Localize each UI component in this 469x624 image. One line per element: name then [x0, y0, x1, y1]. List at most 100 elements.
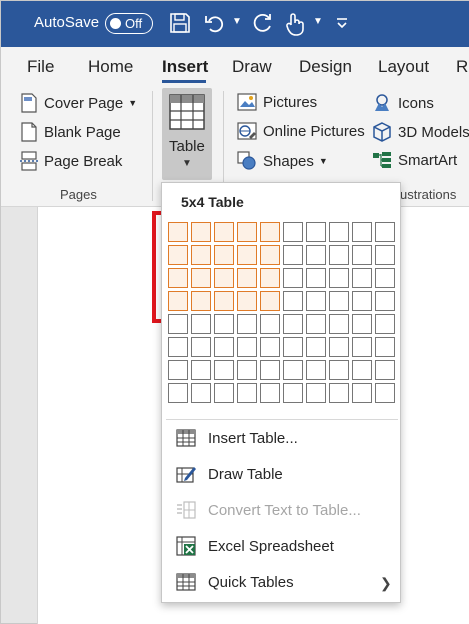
- grid-cell[interactable]: [283, 268, 303, 288]
- grid-cell-selected[interactable]: [237, 268, 257, 288]
- grid-cell[interactable]: [237, 337, 257, 357]
- grid-cell[interactable]: [237, 314, 257, 334]
- save-icon[interactable]: [169, 12, 191, 39]
- grid-cell[interactable]: [329, 222, 349, 242]
- pictures-button[interactable]: Pictures: [237, 93, 317, 111]
- grid-cell[interactable]: [375, 360, 395, 380]
- grid-cell[interactable]: [191, 337, 211, 357]
- grid-cell[interactable]: [306, 383, 326, 403]
- grid-cell[interactable]: [168, 383, 188, 403]
- tab-insert[interactable]: Insert: [162, 57, 208, 77]
- shapes-button[interactable]: Shapes ▼: [237, 151, 328, 171]
- grid-cell[interactable]: [352, 314, 372, 334]
- grid-cell-selected[interactable]: [191, 268, 211, 288]
- tab-layout[interactable]: Layout: [378, 57, 429, 77]
- tab-file[interactable]: File: [27, 57, 54, 77]
- grid-cell[interactable]: [306, 291, 326, 311]
- grid-cell[interactable]: [306, 245, 326, 265]
- grid-cell[interactable]: [329, 360, 349, 380]
- smartart-button[interactable]: SmartArt: [372, 151, 457, 169]
- grid-cell[interactable]: [329, 268, 349, 288]
- touch-mode-icon[interactable]: [285, 12, 305, 41]
- grid-cell[interactable]: [352, 245, 372, 265]
- grid-cell[interactable]: [306, 360, 326, 380]
- grid-cell-selected[interactable]: [260, 291, 280, 311]
- excel-spreadsheet-menu-item[interactable]: Excel Spreadsheet: [176, 533, 334, 559]
- grid-cell[interactable]: [306, 222, 326, 242]
- grid-cell[interactable]: [329, 245, 349, 265]
- grid-cell[interactable]: [352, 291, 372, 311]
- grid-cell-selected[interactable]: [260, 268, 280, 288]
- grid-cell-selected[interactable]: [237, 245, 257, 265]
- grid-cell[interactable]: [329, 383, 349, 403]
- grid-cell[interactable]: [168, 314, 188, 334]
- tab-references[interactable]: R: [456, 57, 468, 77]
- grid-cell[interactable]: [260, 383, 280, 403]
- tab-design[interactable]: Design: [299, 57, 352, 77]
- grid-cell[interactable]: [260, 360, 280, 380]
- grid-cell[interactable]: [306, 268, 326, 288]
- grid-cell-selected[interactable]: [168, 245, 188, 265]
- grid-cell[interactable]: [168, 360, 188, 380]
- grid-cell[interactable]: [168, 337, 188, 357]
- grid-cell[interactable]: [375, 314, 395, 334]
- grid-cell[interactable]: [283, 291, 303, 311]
- grid-cell[interactable]: [352, 337, 372, 357]
- icons-button[interactable]: Icons: [372, 93, 434, 113]
- grid-cell[interactable]: [306, 314, 326, 334]
- blank-page-button[interactable]: Blank Page: [20, 122, 121, 142]
- insert-table-menu-item[interactable]: Insert Table...: [176, 425, 298, 451]
- online-pictures-button[interactable]: Online Pictures: [237, 122, 365, 140]
- undo-icon[interactable]: [204, 12, 226, 39]
- grid-cell[interactable]: [283, 337, 303, 357]
- grid-cell[interactable]: [214, 314, 234, 334]
- tab-home[interactable]: Home: [88, 57, 133, 77]
- grid-cell[interactable]: [375, 245, 395, 265]
- grid-cell[interactable]: [375, 222, 395, 242]
- redo-icon[interactable]: [252, 12, 274, 39]
- grid-cell[interactable]: [329, 314, 349, 334]
- grid-cell-selected[interactable]: [237, 222, 257, 242]
- grid-cell[interactable]: [283, 222, 303, 242]
- grid-cell[interactable]: [352, 268, 372, 288]
- grid-cell-selected[interactable]: [168, 291, 188, 311]
- grid-cell-selected[interactable]: [168, 268, 188, 288]
- grid-cell[interactable]: [214, 337, 234, 357]
- table-button[interactable]: Table ▼: [162, 88, 212, 180]
- tab-draw[interactable]: Draw: [232, 57, 272, 77]
- grid-cell[interactable]: [191, 314, 211, 334]
- grid-cell[interactable]: [283, 383, 303, 403]
- grid-cell-selected[interactable]: [191, 222, 211, 242]
- grid-cell-selected[interactable]: [214, 291, 234, 311]
- grid-cell-selected[interactable]: [214, 222, 234, 242]
- grid-cell-selected[interactable]: [237, 291, 257, 311]
- grid-cell-selected[interactable]: [214, 245, 234, 265]
- grid-cell-selected[interactable]: [260, 222, 280, 242]
- grid-cell[interactable]: [352, 360, 372, 380]
- grid-cell-selected[interactable]: [260, 245, 280, 265]
- page-break-button[interactable]: Page Break: [20, 151, 122, 171]
- draw-table-menu-item[interactable]: Draw Table: [176, 461, 283, 487]
- grid-cell[interactable]: [375, 337, 395, 357]
- grid-cell-selected[interactable]: [214, 268, 234, 288]
- grid-cell[interactable]: [214, 383, 234, 403]
- grid-cell[interactable]: [191, 360, 211, 380]
- grid-cell[interactable]: [375, 291, 395, 311]
- customize-qat-icon[interactable]: [335, 15, 349, 36]
- grid-cell[interactable]: [329, 337, 349, 357]
- grid-cell[interactable]: [260, 314, 280, 334]
- grid-cell-selected[interactable]: [191, 245, 211, 265]
- grid-cell[interactable]: [191, 383, 211, 403]
- grid-cell-selected[interactable]: [191, 291, 211, 311]
- grid-cell[interactable]: [352, 383, 372, 403]
- undo-dropdown-icon[interactable]: ▼: [232, 16, 242, 27]
- grid-cell[interactable]: [283, 245, 303, 265]
- grid-cell[interactable]: [375, 268, 395, 288]
- 3d-models-button[interactable]: 3D Models: [372, 122, 469, 142]
- grid-cell[interactable]: [237, 360, 257, 380]
- autosave-toggle[interactable]: Off: [105, 13, 153, 34]
- grid-cell[interactable]: [283, 314, 303, 334]
- touch-dropdown-icon[interactable]: ▼: [313, 16, 323, 27]
- grid-cell[interactable]: [283, 360, 303, 380]
- grid-cell[interactable]: [352, 222, 372, 242]
